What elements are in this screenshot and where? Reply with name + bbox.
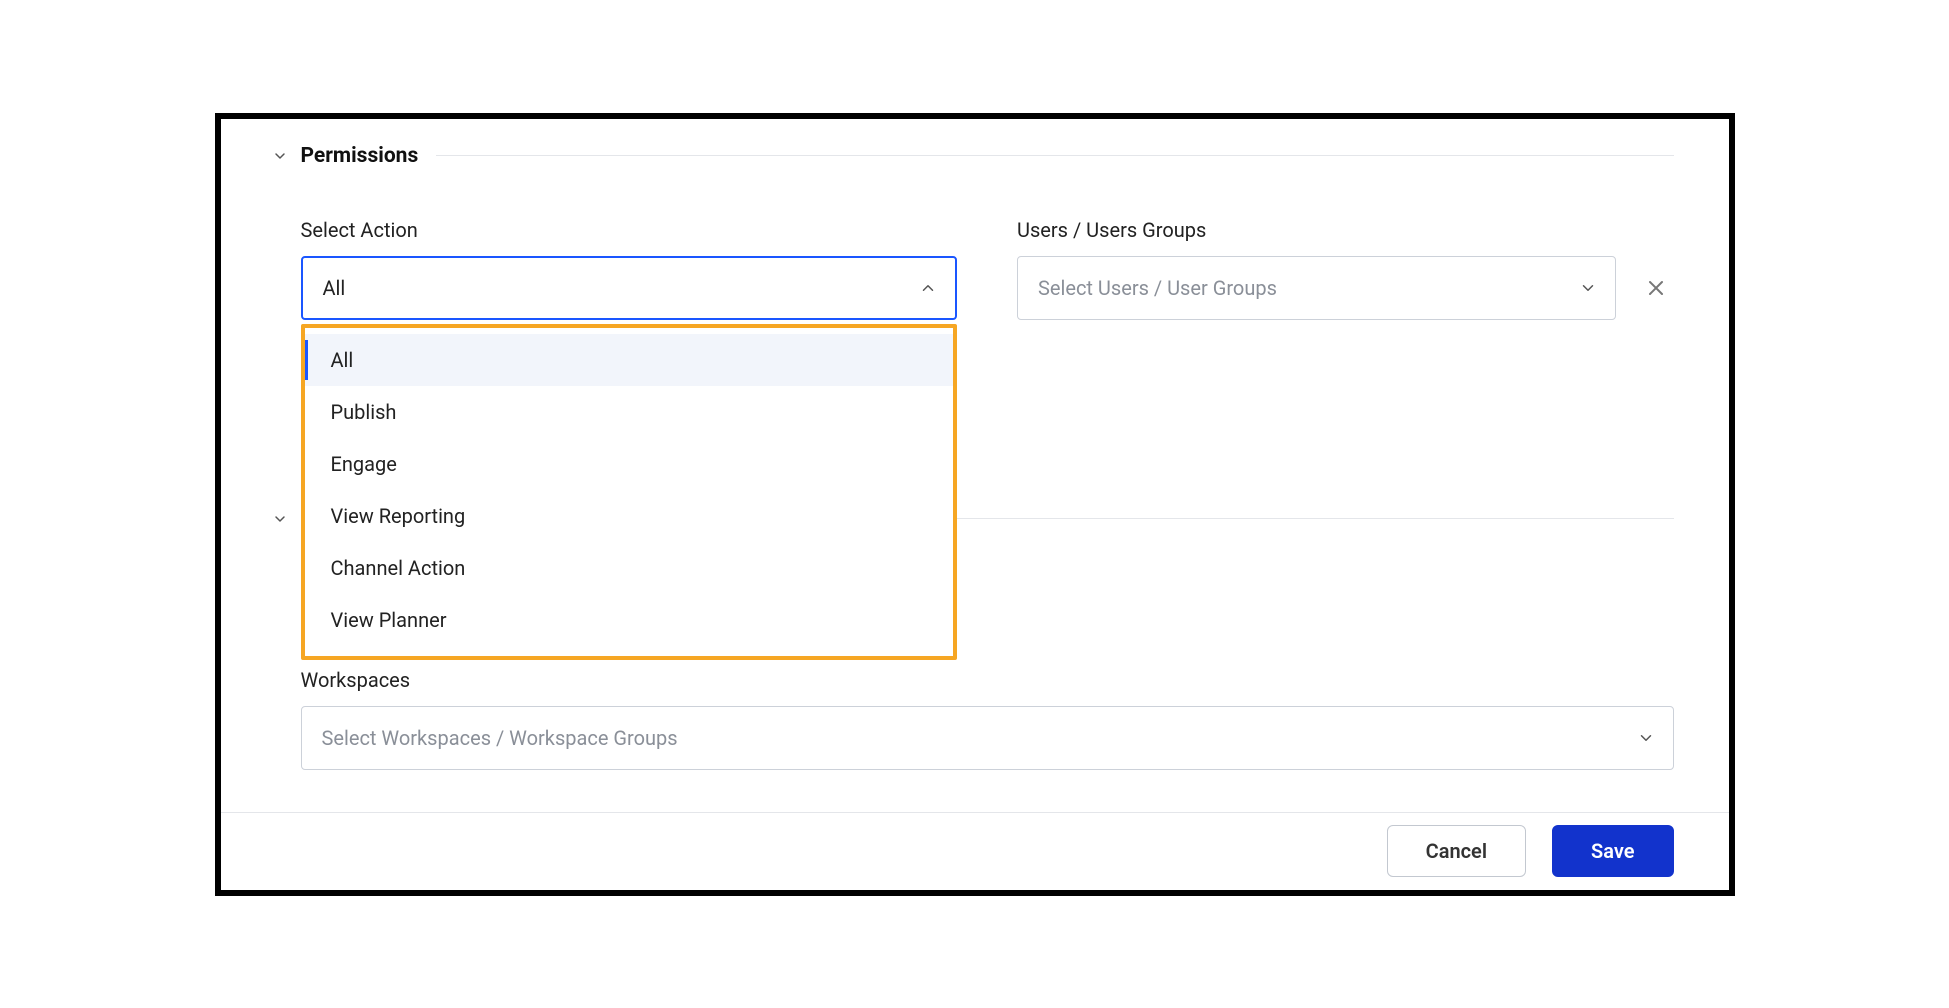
users-groups-label: Users / Users Groups [1017, 218, 1674, 242]
permissions-row: Select Action All All Publish Engage Vie… [221, 168, 1729, 320]
select-action-option-engage[interactable]: Engage [305, 438, 954, 490]
select-action-option-view-reporting[interactable]: View Reporting [305, 490, 954, 542]
workspaces-label: Workspaces [301, 668, 1674, 692]
chevron-up-icon [919, 279, 937, 297]
users-groups-select[interactable]: Select Users / User Groups [1017, 256, 1616, 320]
select-action-select[interactable]: All [301, 256, 958, 320]
select-action-field: Select Action All All Publish Engage Vie… [301, 218, 958, 320]
dialog-frame: Permissions Select Action All All P [215, 113, 1735, 896]
select-action-dropdown: All All Publish Engage View Reporting Ch… [301, 256, 958, 320]
section-divider [436, 155, 1673, 156]
select-action-value: All [323, 276, 346, 300]
remove-row-button[interactable] [1638, 270, 1674, 306]
workspaces-placeholder: Select Workspaces / Workspace Groups [322, 726, 678, 750]
chevron-down-icon [1637, 729, 1655, 747]
select-action-option-publish[interactable]: Publish [305, 386, 954, 438]
select-action-label: Select Action [301, 218, 958, 242]
workspaces-select[interactable]: Select Workspaces / Workspace Groups [301, 706, 1674, 770]
chevron-down-icon [1579, 279, 1597, 297]
chevron-down-icon[interactable] [271, 510, 289, 528]
select-action-option-channel-action[interactable]: Channel Action [305, 542, 954, 594]
chevron-down-icon[interactable] [271, 147, 289, 165]
users-groups-placeholder: Select Users / User Groups [1038, 276, 1277, 300]
select-action-option-all[interactable]: All [305, 334, 954, 386]
cancel-button[interactable]: Cancel [1387, 825, 1526, 877]
users-groups-field: Users / Users Groups Select Users / User… [1017, 218, 1674, 320]
footer-actions: Cancel Save [221, 812, 1729, 890]
section-title-permissions: Permissions [301, 144, 419, 168]
save-button[interactable]: Save [1552, 825, 1673, 877]
select-action-options-panel: All Publish Engage View Reporting Channe… [301, 324, 958, 660]
select-action-option-view-planner[interactable]: View Planner [305, 594, 954, 646]
section-header-permissions: Permissions [221, 119, 1729, 168]
